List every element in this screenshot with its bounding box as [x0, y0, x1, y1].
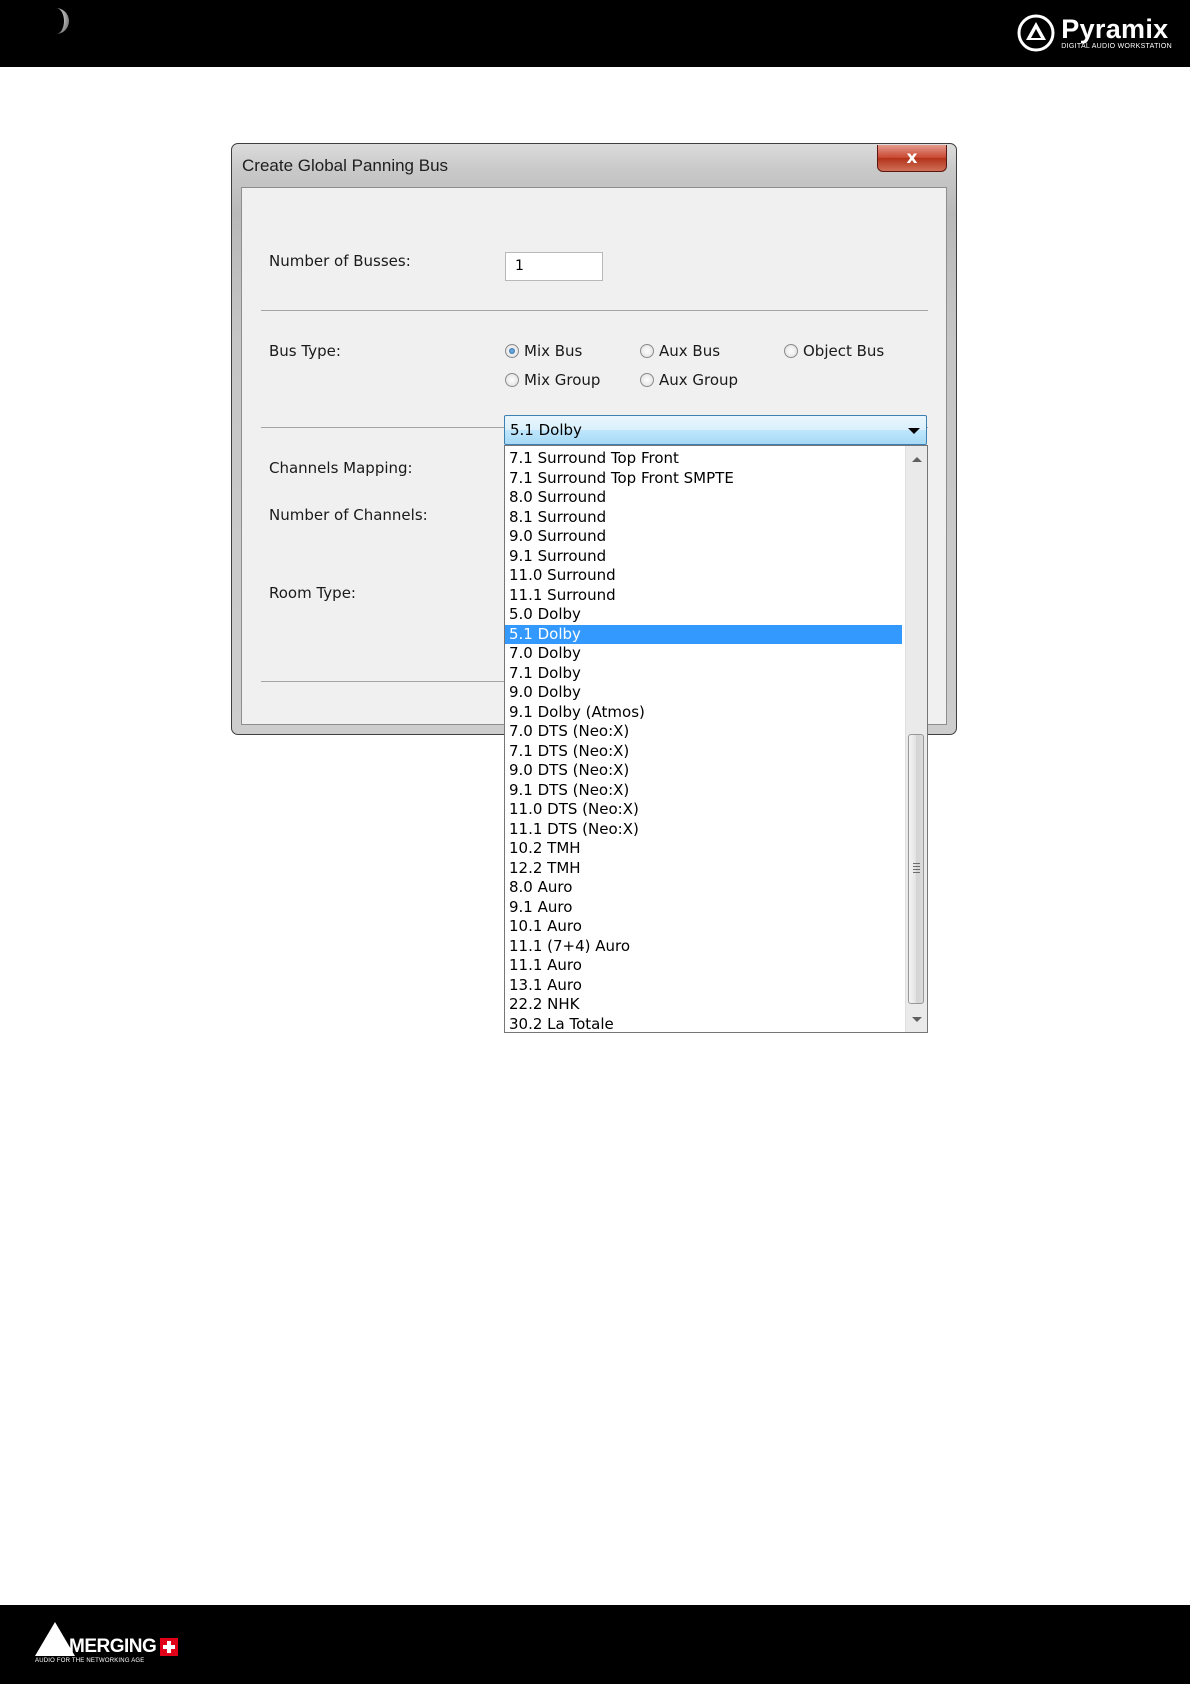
- dropdown-option[interactable]: 8.1 Surround: [505, 508, 902, 528]
- separator: [261, 310, 928, 311]
- number-of-busses-input[interactable]: 1: [505, 252, 603, 281]
- number-of-channels-label: Number of Channels:: [269, 506, 428, 524]
- arrow-up-icon: [911, 456, 922, 462]
- radio-selected-icon: [505, 344, 519, 358]
- dropdown-option[interactable]: 9.0 Dolby: [505, 683, 902, 703]
- close-button[interactable]: x: [877, 145, 947, 172]
- dropdown-option[interactable]: 12.2 TMH: [505, 859, 902, 879]
- merging-tagline: AUDIO FOR THE NETWORKING AGE: [35, 1658, 145, 1664]
- merging-logo: MERGING AUDIO FOR THE NETWORKING AGE: [35, 1622, 179, 1664]
- grip-icon: [913, 863, 920, 875]
- dropdown-option[interactable]: 7.0 DTS (Neo:X): [505, 722, 902, 742]
- radio-aux-bus[interactable]: Aux Bus: [640, 342, 720, 360]
- channels-mapping-select[interactable]: 5.1 Dolby: [504, 415, 927, 445]
- radio-mix-bus-label: Mix Bus: [524, 342, 583, 360]
- moon-icon: [56, 8, 69, 34]
- channels-mapping-dropdown-list: 7.1 Surround Top Front 7.1 Surround Top F…: [504, 445, 928, 1033]
- dropdown-option[interactable]: 7.1 DTS (Neo:X): [505, 742, 902, 762]
- channels-mapping-label: Channels Mapping:: [269, 459, 413, 477]
- dropdown-option[interactable]: 10.1 Auro: [505, 917, 902, 937]
- dropdown-option[interactable]: 10.2 TMH: [505, 839, 902, 859]
- scrollbar-thumb[interactable]: [908, 734, 924, 1004]
- dropdown-option[interactable]: 9.1 DTS (Neo:X): [505, 781, 902, 801]
- dropdown-option[interactable]: 7.0 Dolby: [505, 644, 902, 664]
- dropdown-option[interactable]: 9.1 Auro: [505, 898, 902, 918]
- dropdown-option[interactable]: 11.0 Surround: [505, 566, 902, 586]
- dropdown-option[interactable]: 9.1 Dolby (Atmos): [505, 703, 902, 723]
- chevron-down-icon: [908, 428, 920, 434]
- dropdown-option[interactable]: 5.0 Dolby: [505, 605, 902, 625]
- radio-unselected-icon: [505, 373, 519, 387]
- dropdown-option[interactable]: 8.0 Surround: [505, 488, 902, 508]
- radio-unselected-icon: [784, 344, 798, 358]
- radio-object-bus[interactable]: Object Bus: [784, 342, 884, 360]
- radio-mix-group[interactable]: Mix Group: [505, 371, 600, 389]
- radio-unselected-icon: [640, 344, 654, 358]
- dropdown-option[interactable]: 9.1 Surround: [505, 547, 902, 567]
- dropdown-option[interactable]: 11.1 (7+4) Auro: [505, 937, 902, 957]
- swiss-cross-icon: [160, 1638, 179, 1656]
- radio-aux-group[interactable]: Aux Group: [640, 371, 738, 389]
- radio-mix-group-label: Mix Group: [524, 371, 601, 389]
- dropdown-option[interactable]: 11.0 DTS (Neo:X): [505, 800, 902, 820]
- footer-bar: MERGING AUDIO FOR THE NETWORKING AGE: [0, 1605, 1190, 1684]
- dropdown-option[interactable]: 11.1 DTS (Neo:X): [505, 820, 902, 840]
- dropdown-option[interactable]: 7.1 Surround Top Front SMPTE: [505, 469, 902, 489]
- radio-aux-group-label: Aux Group: [659, 371, 739, 389]
- bus-type-label: Bus Type:: [269, 342, 341, 360]
- arrow-down-icon: [911, 1016, 922, 1022]
- dialog-title: Create Global Panning Bus: [242, 156, 449, 175]
- merging-wordmark: MERGING: [69, 1636, 157, 1657]
- dropdown-option[interactable]: 9.0 DTS (Neo:X): [505, 761, 902, 781]
- brand-subtitle: DIGITAL AUDIO WORKSTATION: [1061, 42, 1172, 50]
- pyramix-logo: Pyramix DIGITAL AUDIO WORKSTATION: [1017, 13, 1172, 53]
- dropdown-options: 7.1 Surround Top Front 7.1 Surround Top F…: [505, 449, 902, 1034]
- header-bar: Pyramix DIGITAL AUDIO WORKSTATION: [0, 0, 1190, 67]
- dropdown-option[interactable]: 5.1 Dolby: [505, 624, 902, 644]
- dropdown-option[interactable]: 11.1 Surround: [505, 586, 902, 606]
- scroll-down-button[interactable]: [906, 1008, 927, 1030]
- dropdown-option[interactable]: 13.1 Auro: [505, 976, 902, 996]
- scroll-up-button[interactable]: [906, 448, 927, 470]
- dropdown-option[interactable]: 7.1 Surround Top Front: [505, 449, 902, 469]
- separator: [261, 681, 511, 682]
- dropdown-option[interactable]: 7.1 Dolby: [505, 664, 902, 684]
- brand-name: Pyramix: [1061, 13, 1169, 44]
- close-icon: x: [906, 147, 918, 168]
- radio-object-bus-label: Object Bus: [803, 342, 885, 360]
- radio-mix-bus[interactable]: Mix Bus: [505, 342, 582, 360]
- dropdown-option[interactable]: 9.0 Surround: [505, 527, 902, 547]
- dropdown-option[interactable]: 22.2 NHK: [505, 995, 902, 1015]
- radio-aux-bus-label: Aux Bus: [659, 342, 721, 360]
- channels-mapping-value: 5.1 Dolby: [510, 421, 582, 439]
- dropdown-option[interactable]: 8.0 Auro: [505, 878, 902, 898]
- room-type-label: Room Type:: [269, 584, 356, 602]
- pyramix-logo-icon: [1017, 14, 1055, 52]
- number-of-busses-label: Number of Busses:: [269, 252, 411, 270]
- dropdown-scrollbar[interactable]: [905, 446, 927, 1032]
- dropdown-option[interactable]: 11.1 Auro: [505, 956, 902, 976]
- dropdown-option[interactable]: 30.2 La Totale: [505, 1015, 902, 1035]
- radio-unselected-icon: [640, 373, 654, 387]
